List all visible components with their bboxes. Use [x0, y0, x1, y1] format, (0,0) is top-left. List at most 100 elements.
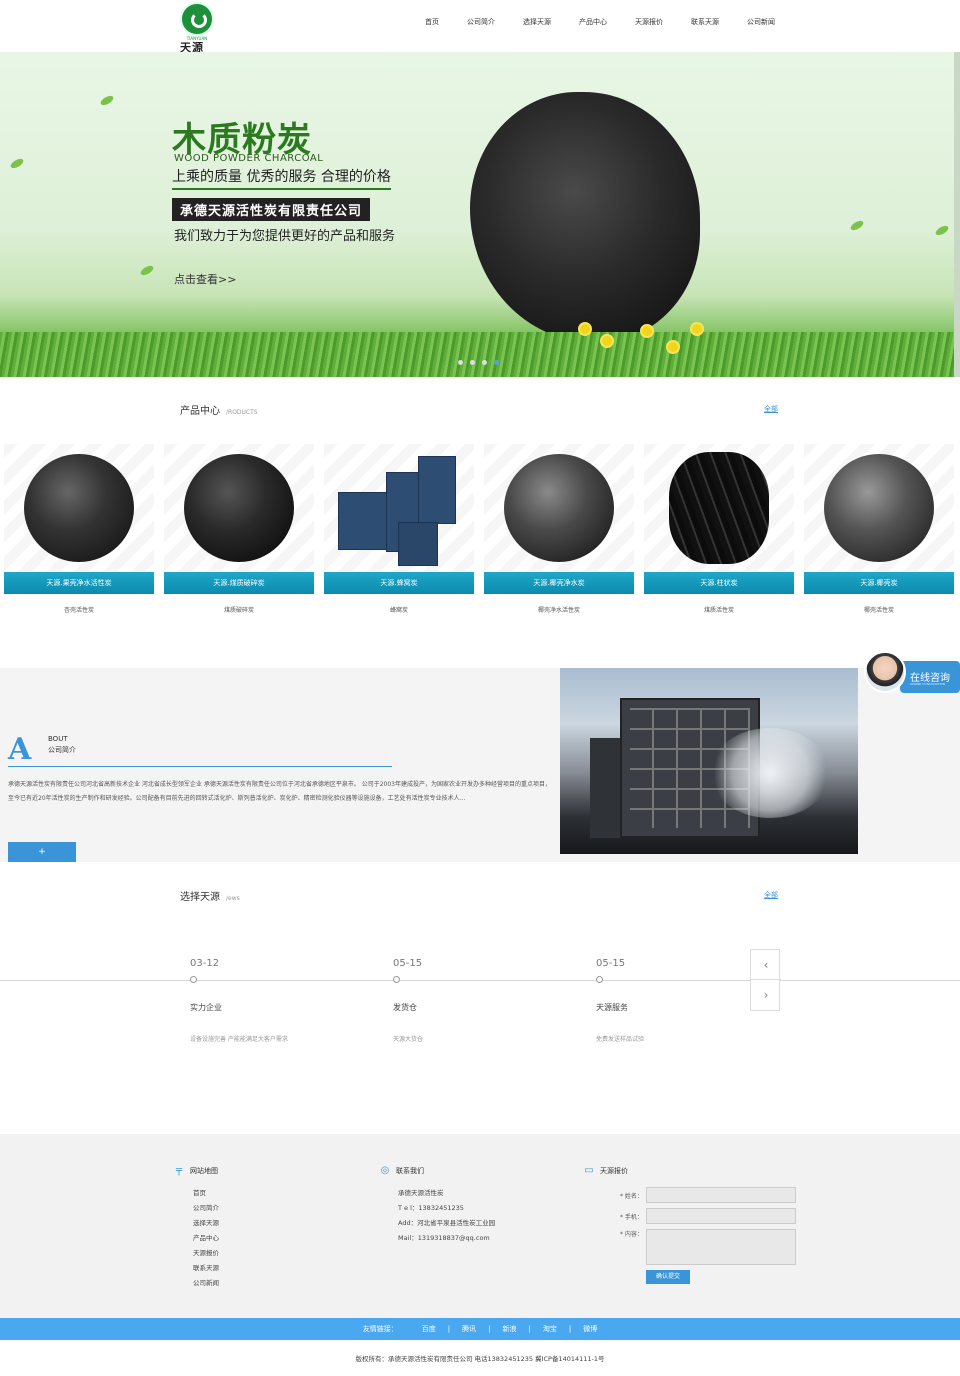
about-section: A BOUT 公司简介 承德天源活性炭有限责任公司河北省高新技术企业 河北省成长… — [0, 668, 960, 862]
leaf-decoration — [9, 156, 25, 171]
product-bar: 天源.椰壳净水炭 — [484, 572, 634, 594]
banner-title-en: WOOD POWDER CHARCOAL — [174, 153, 324, 164]
product-card[interactable]: 天源.煤质破碎炭 煤质破碎炭 — [164, 444, 314, 614]
about-title-en: BOUT — [48, 735, 68, 743]
sitemap-link[interactable]: 选择天源 — [193, 1216, 219, 1231]
news-date: 03-12 — [190, 958, 220, 969]
location-pin-icon: ◎ — [380, 1165, 390, 1176]
consultant-avatar — [864, 651, 906, 693]
sitemap-icon: ╤ — [175, 1165, 183, 1176]
footer-quote: ▭ 天源报价 — [584, 1166, 628, 1176]
chat-icon: ▭ — [584, 1165, 594, 1176]
friend-links-bar: 友情链接： 百度 | 腾讯 | 新浪 | 淘宝 | 微博 — [0, 1318, 960, 1340]
friend-link[interactable]: 百度 — [422, 1324, 436, 1334]
about-title: 公司简介 — [48, 746, 76, 754]
header: TIANYUAN 天源 首页 公司简介 选择天源 产品中心 天源报价 联系天源 … — [0, 0, 960, 54]
product-bar: 天源.柱状炭 — [644, 572, 794, 594]
nav-item-about[interactable]: 公司简介 — [467, 16, 495, 28]
chevron-right-icon[interactable]: › — [751, 980, 781, 1010]
product-image — [324, 444, 474, 572]
separator: | — [568, 1325, 572, 1333]
logo[interactable]: TIANYUAN 天源 — [178, 2, 216, 54]
news-item[interactable]: 05-15 天源服务 免费发送样品试验 — [596, 958, 776, 1043]
content-label: * 内容： — [620, 1231, 643, 1238]
product-image — [164, 444, 314, 572]
sitemap-link[interactable]: 公司简介 — [193, 1201, 219, 1216]
sitemap-link[interactable]: 联系天源 — [193, 1261, 219, 1276]
about-more-button[interactable]: + — [8, 842, 76, 862]
product-card[interactable]: 天源.椰壳净水炭 椰壳净水活性炭 — [484, 444, 634, 614]
timeline-dot — [190, 976, 197, 983]
carousel-dot[interactable] — [458, 360, 463, 365]
separator: | — [488, 1325, 491, 1333]
copyright: 版权所有：承德天源活性炭有限责任公司 电话13832451235 冀ICP备14… — [355, 1355, 605, 1363]
products-title: 产品中心 — [180, 406, 220, 417]
sitemap-link[interactable]: 公司新闻 — [193, 1276, 219, 1291]
submit-button[interactable]: 确认提交 — [646, 1270, 690, 1284]
online-consult-widget[interactable]: 在线咨询 ONLINE CONSULTATION — [864, 651, 960, 693]
product-card[interactable]: 天源.蜂窝炭 蜂窝炭 — [324, 444, 474, 614]
friend-link[interactable]: 腾讯 — [462, 1324, 476, 1334]
name-label: * 姓名： — [620, 1192, 643, 1200]
phone-input[interactable] — [646, 1208, 796, 1224]
news-item[interactable]: 03-12 实力企业 设备设施完善 产能能满足大客户需求 — [190, 958, 370, 1043]
product-name: 杏壳活性炭 — [63, 607, 94, 614]
news-item[interactable]: 05-15 发货仓 天源大货仓 — [393, 958, 573, 1043]
about-text: 承德天源活性炭有限责任公司河北省高新技术企业 河北省成长型领军企业 承德天源活性… — [8, 781, 551, 802]
products-more-link[interactable]: 全部 — [764, 404, 778, 414]
friend-links-label: 友情链接： — [362, 1325, 398, 1333]
phone-label: * 手机： — [620, 1213, 643, 1221]
carousel-dot[interactable] — [470, 360, 475, 365]
nav-item-news[interactable]: 公司新闻 — [747, 16, 775, 28]
friend-link[interactable]: 淘宝 — [543, 1324, 557, 1334]
chevron-left-icon[interactable]: ‹ — [751, 950, 781, 980]
news-item-title[interactable]: 实力企业 — [190, 1002, 370, 1013]
sitemap-link[interactable]: 天源报价 — [193, 1246, 219, 1261]
friend-link[interactable]: 新浪 — [503, 1324, 517, 1334]
sitemap-link[interactable]: 产品中心 — [193, 1231, 219, 1246]
banner-more-link[interactable]: 点击查看>> — [174, 271, 236, 287]
carousel-dot-active[interactable] — [494, 360, 499, 365]
banner-service: 我们致力于为您提供更好的产品和服务 — [174, 229, 396, 244]
leaf-decoration — [849, 218, 865, 233]
nav-item-home[interactable]: 首页 — [425, 16, 439, 28]
flower-decoration — [690, 322, 704, 336]
main-nav: 首页 公司简介 选择天源 产品中心 天源报价 联系天源 公司新闻 — [425, 16, 803, 28]
product-image — [4, 444, 154, 572]
quote-title: 天源报价 — [600, 1167, 628, 1175]
contact-address: Add：河北省平泉县活性炭工业园 — [398, 1219, 496, 1227]
grass-image — [0, 332, 954, 377]
product-name: 椰壳活性炭 — [863, 607, 894, 614]
news-more-link[interactable]: 全部 — [764, 890, 778, 900]
product-name: 蜂窝炭 — [389, 607, 408, 614]
nav-item-quote[interactable]: 天源报价 — [635, 16, 663, 28]
divider-accent — [8, 766, 392, 767]
nav-item-contact[interactable]: 联系天源 — [691, 16, 719, 28]
leaf-decoration — [934, 223, 950, 238]
news-item-title[interactable]: 天源服务 — [596, 1002, 776, 1013]
news-item-title[interactable]: 发货仓 — [393, 1002, 573, 1013]
timeline-dot — [393, 976, 400, 983]
sitemap-title: 网站地图 — [190, 1167, 218, 1175]
product-card[interactable]: 天源.椰壳炭 椰壳活性炭 — [804, 444, 954, 614]
product-card[interactable]: 天源.柱状炭 煤质活性炭 — [644, 444, 794, 614]
nav-item-products[interactable]: 产品中心 — [579, 16, 607, 28]
carousel-dot[interactable] — [482, 360, 487, 365]
hero-banner[interactable]: 木质粉炭 WOOD POWDER CHARCOAL 上乘的质量 优秀的服务 合理… — [0, 52, 954, 377]
banner-company: 承德天源活性炭有限责任公司 — [172, 198, 371, 221]
news-heading: 选择天源 /ews — [180, 888, 240, 903]
news-item-desc: 免费发送样品试验 — [596, 1036, 645, 1043]
content-textarea[interactable] — [646, 1229, 796, 1265]
nav-item-choose[interactable]: 选择天源 — [523, 16, 551, 28]
leaf-decoration — [139, 263, 155, 278]
sitemap-link[interactable]: 首页 — [193, 1186, 219, 1201]
product-bar: 天源.蜂窝炭 — [324, 572, 474, 594]
carousel-dots — [458, 360, 506, 365]
news-title-en: /ews — [226, 895, 240, 902]
name-input[interactable] — [646, 1187, 796, 1203]
product-name: 煤质破碎炭 — [223, 607, 254, 614]
product-card[interactable]: 天源.果壳净水活性炭 杏壳活性炭 — [4, 444, 154, 614]
news-date: 05-15 — [393, 958, 423, 969]
products-title-en: /RODUCTS — [226, 409, 258, 416]
friend-link[interactable]: 微博 — [583, 1324, 597, 1334]
